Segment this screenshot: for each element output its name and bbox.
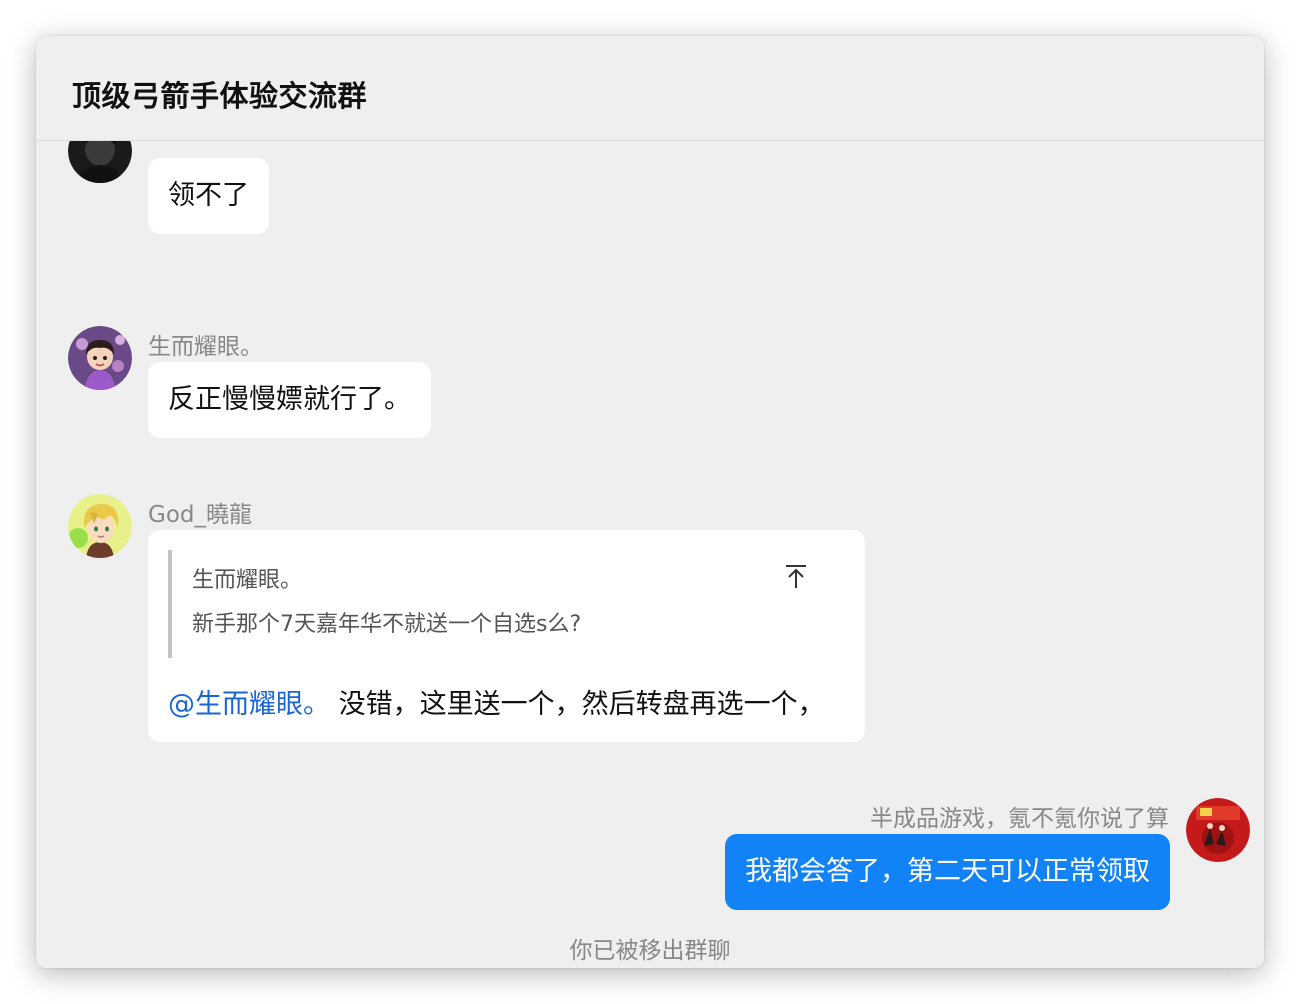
- avatar[interactable]: [68, 494, 132, 558]
- avatar[interactable]: [68, 326, 132, 390]
- message-bubble[interactable]: 领不了: [148, 158, 269, 234]
- mention-link[interactable]: @生而耀眼。: [168, 689, 330, 720]
- sender-name: 生而耀眼。: [148, 334, 263, 360]
- message-text: 反正慢慢嫖就行了。: [168, 384, 411, 415]
- quoted-text: 新手那个7天嘉年华不就送一个自选s么?: [192, 612, 582, 637]
- sender-name: 半成品游戏，氪不氪你说了算: [870, 806, 1169, 832]
- message-bubble[interactable]: 反正慢慢嫖就行了。: [148, 362, 431, 438]
- sender-name: God_曉龍: [148, 502, 252, 528]
- reply-message-bubble[interactable]: 生而耀眼。 新手那个7天嘉年华不就送一个自选s么? @生而耀眼。 没错，这里送一…: [148, 530, 865, 742]
- red-game-avatar-icon: [1186, 798, 1250, 862]
- system-notice: 你已被移出群聊: [569, 938, 731, 964]
- message-text: 领不了: [168, 180, 249, 211]
- chat-window: 顶级弓箭手体验交流群 领不了 生而耀眼。 反正慢慢嫖就行了。 God_曉龍 生而…: [36, 36, 1264, 968]
- avatar[interactable]: [1186, 798, 1250, 862]
- quoted-sender: 生而耀眼。: [192, 568, 303, 593]
- quoted-message[interactable]: 生而耀眼。 新手那个7天嘉年华不就送一个自选s么?: [168, 550, 828, 658]
- reply-text: @生而耀眼。 没错，这里送一个，然后转盘再选一个，: [168, 682, 825, 721]
- chat-header: 顶级弓箭手体验交流群: [36, 36, 1264, 141]
- blond-anime-avatar-icon: [68, 494, 132, 558]
- cartoon-kid-avatar-icon: [68, 326, 132, 390]
- message-list[interactable]: 领不了 生而耀眼。 反正慢慢嫖就行了。 God_曉龍 生而耀眼。 新手那个7天嘉…: [36, 119, 1264, 968]
- chat-title: 顶级弓箭手体验交流群: [72, 79, 368, 113]
- my-message-bubble[interactable]: 我都会答了，第二天可以正常领取: [725, 834, 1170, 910]
- message-text: 没错，这里送一个，然后转盘再选一个，: [330, 689, 825, 720]
- message-text: 我都会答了，第二天可以正常领取: [745, 856, 1150, 887]
- jump-to-quote-icon[interactable]: [782, 562, 810, 590]
